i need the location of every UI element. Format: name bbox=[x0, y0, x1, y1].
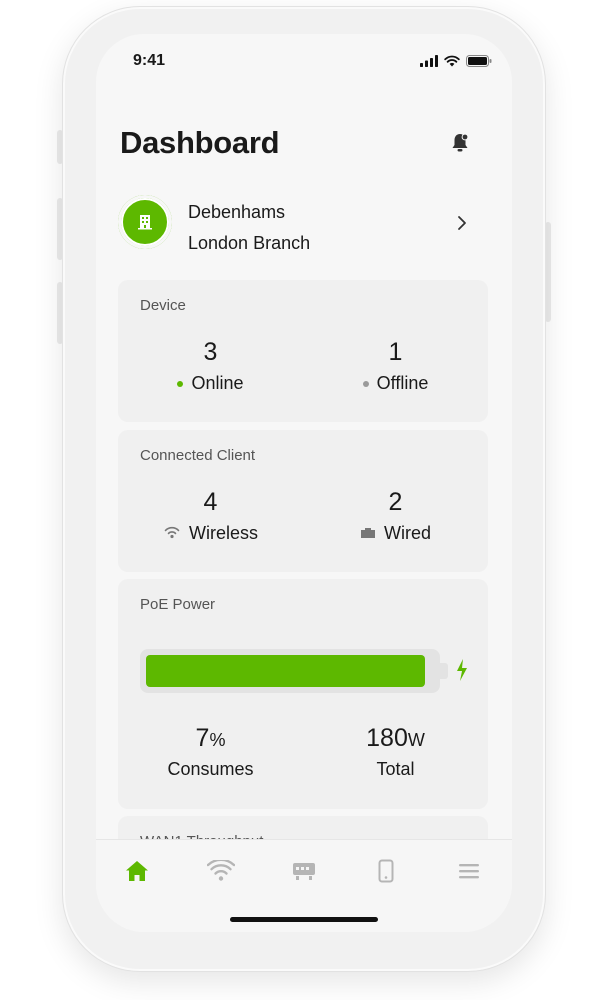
wired-label-row: Wired bbox=[303, 523, 488, 544]
online-label-row: Online bbox=[118, 373, 303, 394]
poe-card-title: PoE Power bbox=[140, 596, 216, 613]
device-card[interactable]: Device 3 Online 1 Offline bbox=[118, 280, 488, 422]
wireless-label-row: Wireless bbox=[118, 523, 303, 544]
home-indicator[interactable] bbox=[230, 917, 378, 922]
status-bar: 9:41 bbox=[96, 34, 512, 84]
site-name-line1: Debenhams bbox=[188, 202, 286, 222]
wired-stat: 2 Wired bbox=[303, 488, 488, 544]
wireless-icon bbox=[163, 523, 181, 544]
total-value-row: 180W bbox=[303, 724, 488, 753]
poe-power-card[interactable]: PoE Power 7% Consumes 180W Total bbox=[118, 579, 488, 809]
status-icons bbox=[420, 54, 492, 72]
wifi-status-icon bbox=[444, 54, 460, 72]
charging-bolt-icon bbox=[456, 659, 468, 686]
total-label: Total bbox=[376, 759, 415, 779]
status-time: 9:41 bbox=[133, 52, 166, 69]
wireless-stat: 4 Wireless bbox=[118, 488, 303, 544]
poe-battery-cap bbox=[440, 663, 448, 679]
wired-count: 2 bbox=[388, 488, 403, 516]
home-icon bbox=[125, 860, 149, 887]
consumes-value: 7 bbox=[195, 724, 210, 752]
consumes-unit: % bbox=[209, 730, 226, 750]
tab-wireless[interactable] bbox=[206, 858, 236, 887]
wireless-label: Wireless bbox=[188, 523, 258, 543]
offline-label: Offline bbox=[376, 373, 429, 393]
total-unit: W bbox=[407, 730, 425, 750]
consumes-stat: 7% Consumes bbox=[118, 724, 303, 780]
device-card-title: Device bbox=[140, 297, 186, 314]
site-avatar bbox=[118, 195, 172, 249]
poe-battery-gauge bbox=[140, 649, 440, 693]
tab-more[interactable] bbox=[454, 860, 484, 886]
offline-dot-icon bbox=[362, 380, 369, 387]
switch-icon bbox=[292, 861, 316, 886]
building-icon bbox=[121, 198, 169, 246]
client-card-title: Connected Client bbox=[140, 447, 256, 464]
online-stat: 3 Online bbox=[118, 338, 303, 394]
page-title: Dashboard bbox=[120, 125, 280, 160]
online-label: Online bbox=[191, 373, 244, 393]
ethernet-port-icon bbox=[360, 523, 376, 544]
site-name-line2: London Branch bbox=[188, 233, 311, 253]
online-count: 3 bbox=[203, 338, 218, 366]
site-name: Debenhams London Branch bbox=[188, 197, 310, 259]
cellular-signal-icon bbox=[420, 54, 438, 72]
connected-client-card[interactable]: Connected Client 4 Wireless 2 Wired bbox=[118, 430, 488, 572]
mobile-icon bbox=[378, 859, 394, 888]
offline-count: 1 bbox=[388, 338, 403, 366]
tab-clients[interactable] bbox=[371, 859, 401, 888]
wired-label: Wired bbox=[383, 523, 431, 543]
battery-status-icon bbox=[466, 54, 492, 72]
online-dot-icon bbox=[177, 380, 184, 387]
menu-icon bbox=[458, 862, 480, 885]
poe-battery-fill bbox=[146, 655, 425, 687]
app-screen: 9:41 Dashboard Debenhams London Branch D… bbox=[96, 34, 512, 932]
consumes-label: Consumes bbox=[167, 759, 254, 779]
chevron-right-icon bbox=[456, 215, 468, 236]
tab-home[interactable] bbox=[122, 860, 152, 886]
total-value: 180 bbox=[366, 724, 408, 752]
site-selector[interactable]: Debenhams London Branch bbox=[116, 194, 476, 254]
tab-switches[interactable] bbox=[289, 860, 319, 886]
total-stat: 180W Total bbox=[303, 724, 488, 780]
consumes-value-row: 7% bbox=[118, 724, 303, 753]
wifi-icon bbox=[206, 858, 236, 887]
wireless-count: 4 bbox=[203, 488, 218, 516]
offline-label-row: Offline bbox=[303, 373, 488, 394]
offline-stat: 1 Offline bbox=[303, 338, 488, 394]
notification-bell-icon[interactable] bbox=[448, 131, 472, 155]
